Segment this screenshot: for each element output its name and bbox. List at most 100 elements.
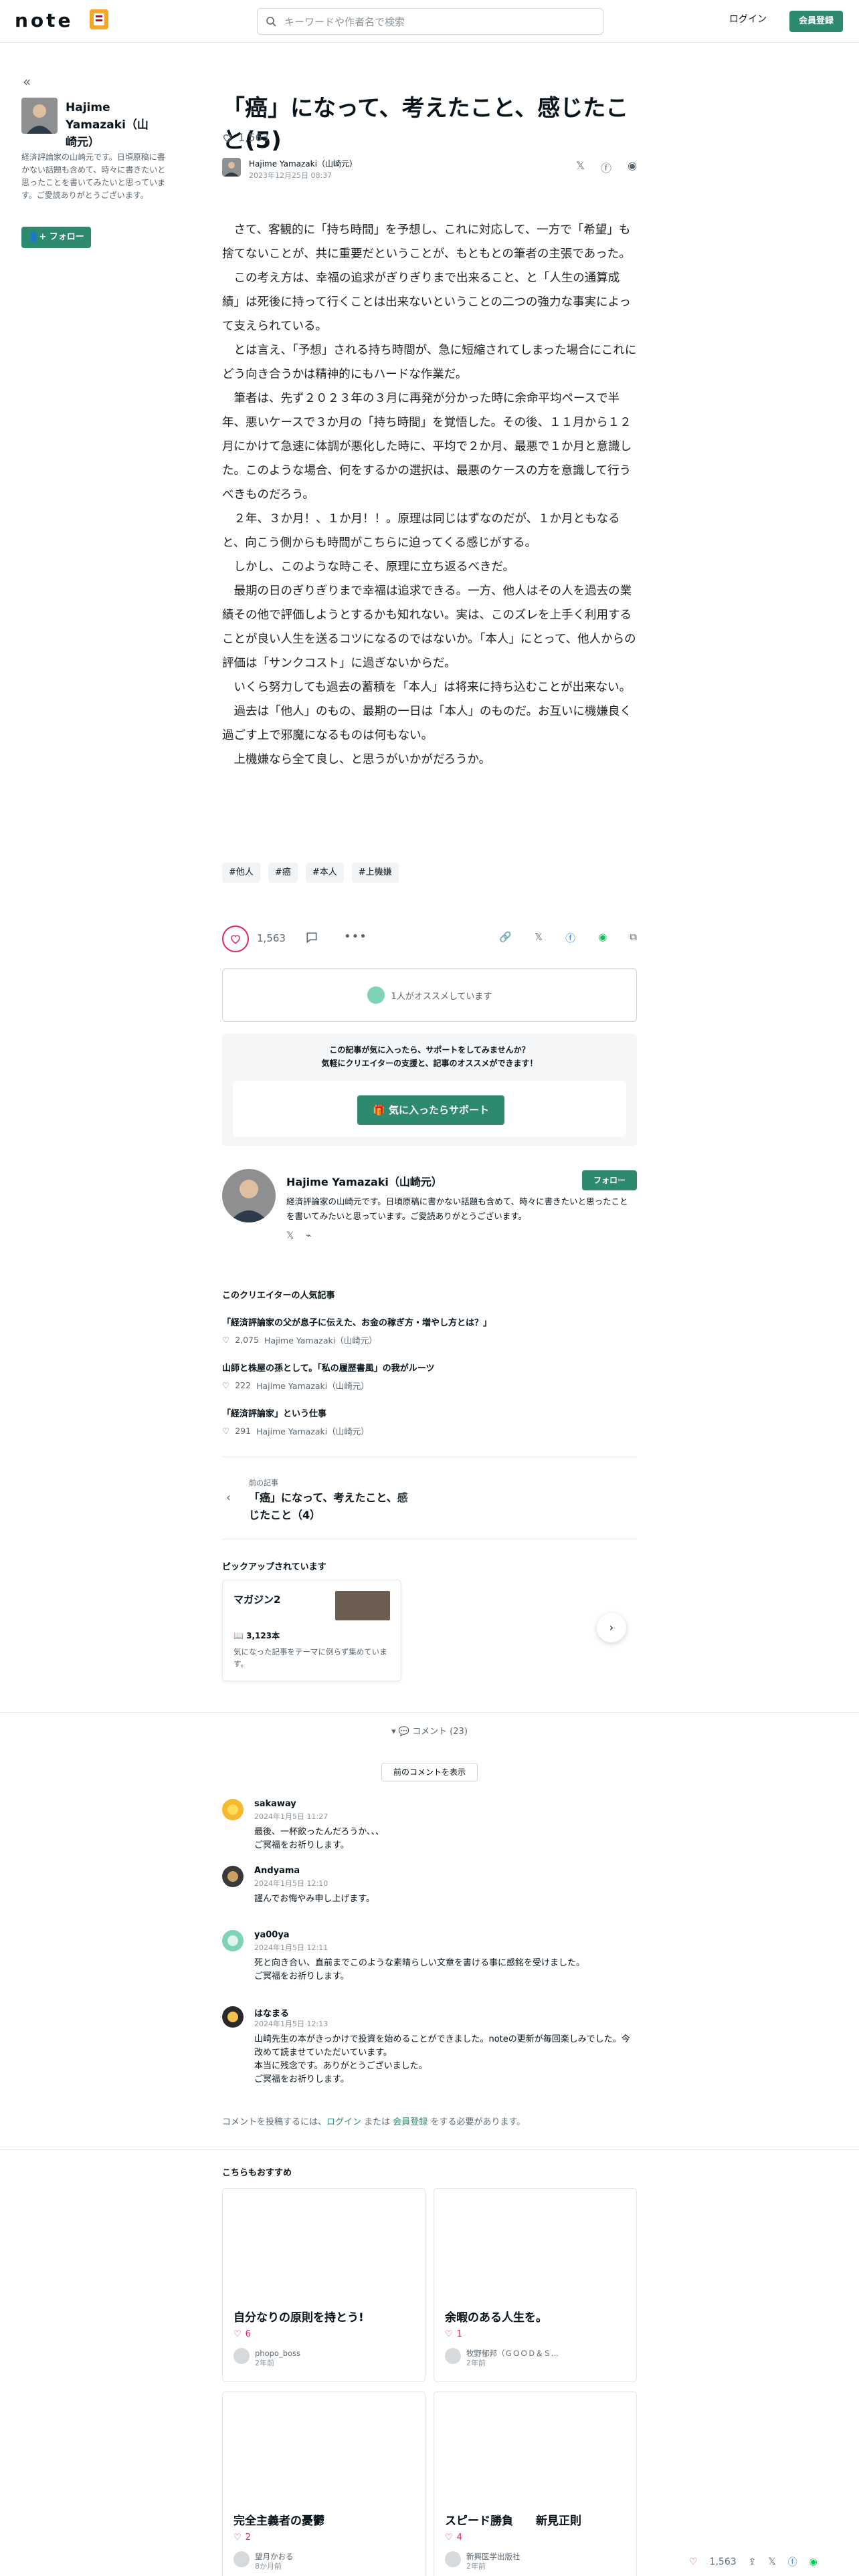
- previous-title[interactable]: 「癌」になって、考えたこと、感じたこと（4）: [249, 1489, 416, 1524]
- heart-icon: ♡: [445, 2533, 453, 2543]
- site-header: note ログイン 会員登録: [0, 0, 859, 43]
- chevron-right-icon[interactable]: ›: [597, 1613, 626, 1642]
- rss-icon[interactable]: ⌁: [306, 1230, 311, 1241]
- previous-article-nav[interactable]: ‹ 前の記事 「癌」になって、考えたこと、感じたこと（4）: [222, 1457, 637, 1539]
- recommend-card[interactable]: スピード勝負 新見正則 ♡ 4 新興医学出版社 2年前: [434, 2391, 637, 2576]
- popular-likes: 2,075: [235, 1335, 260, 1345]
- commenter-name[interactable]: ya00ya: [254, 1930, 290, 1940]
- recommend-author-avatar: [445, 2551, 461, 2567]
- post-note-login-link[interactable]: ログイン: [326, 2117, 361, 2127]
- recommend-card[interactable]: 余暇のある人生を。 ♡ 1 牧野郁邦（ＧＯＯＤ＆Ｓ… 2年前: [434, 2188, 637, 2382]
- share-icon[interactable]: ⇪: [749, 2557, 757, 2567]
- recommend-title[interactable]: 自分なりの原則を持とう!: [233, 2308, 364, 2325]
- popular-likes: 222: [235, 1380, 252, 1390]
- register-button[interactable]: 会員登録: [789, 11, 843, 32]
- like-button[interactable]: [222, 926, 249, 952]
- comments-toggle[interactable]: ▾ 💬 コメント (23): [0, 1724, 859, 1737]
- recommend-card[interactable]: 完全主義者の憂鬱 ♡ 2 望月かおる 8か月前: [222, 2391, 425, 2576]
- facebook-share-icon[interactable]: ⓕ: [788, 2555, 797, 2569]
- facebook-share-icon[interactable]: ⓕ: [601, 159, 611, 175]
- support-button[interactable]: 🎁 気に入ったらサポート: [357, 1095, 504, 1125]
- embed-icon[interactable]: ⧉: [630, 931, 637, 945]
- article-paragraph: 最期の日のぎりぎりまで幸福は追求できる。一方、他人はその人を過去の業績その他で評…: [222, 584, 636, 670]
- line-share-icon[interactable]: ◉: [598, 931, 607, 945]
- recommend-author[interactable]: 牧野郁邦（ＧＯＯＤ＆Ｓ… 2年前: [445, 2348, 559, 2368]
- popular-author: Hajime Yamazaki（山崎元）: [264, 1335, 377, 1346]
- post-note-register-link[interactable]: 会員登録: [393, 2117, 427, 2127]
- sidebar-follow-button[interactable]: 👤+ フォロー: [21, 227, 91, 248]
- comment-icon[interactable]: [305, 931, 318, 944]
- follow-label: フォロー: [49, 232, 84, 242]
- popular-item[interactable]: 山師と株屋の孫として。「私の履歴書風」の我がルーツ ♡ 222 Hajime Yama…: [222, 1361, 637, 1392]
- popular-title[interactable]: 「経済評論家の父が息子に伝えた、お金の稼ぎ方・増やし方とは？」: [222, 1315, 637, 1328]
- commenter-name[interactable]: sakaway: [254, 1799, 296, 1809]
- creator-avatar[interactable]: [222, 1169, 276, 1222]
- recommend-card[interactable]: 自分なりの原則を持とう! ♡ 6 phopo_boss 2年前: [222, 2188, 425, 2382]
- recommend-title[interactable]: 完全主義者の憂鬱: [233, 2511, 324, 2528]
- popular-heading: このクリエイターの人気記事: [222, 1291, 335, 1301]
- popular-meta: ♡ 222 Hajime Yamazaki（山崎元）: [222, 1379, 637, 1392]
- commenter-avatar[interactable]: [222, 1930, 244, 1951]
- popular-author: Hajime Yamazaki（山崎元）: [256, 1426, 369, 1436]
- popular-articles: このクリエイターの人気記事 「経済評論家の父が息子に伝えた、お金の稼ぎ方・増やし…: [222, 1288, 637, 1437]
- more-options-icon[interactable]: •••: [344, 930, 367, 944]
- popular-list: 「経済評論家の父が息子に伝えた、お金の稼ぎ方・増やし方とは？」 ♡ 2,075 Haj…: [222, 1315, 637, 1437]
- creator-follow-button[interactable]: フォロー: [582, 1170, 637, 1190]
- popular-title[interactable]: 山師と株屋の孫として。「私の履歴書風」の我がルーツ: [222, 1361, 637, 1374]
- popular-title[interactable]: 「経済評論家」という仕事: [222, 1406, 637, 1419]
- x-share-icon[interactable]: 𝕏: [576, 159, 585, 175]
- line-share-icon[interactable]: ◉: [628, 159, 637, 175]
- tag-chip[interactable]: #他人: [222, 863, 260, 883]
- popular-meta: ♡ 291 Hajime Yamazaki（山崎元）: [222, 1424, 637, 1437]
- popular-item[interactable]: 「経済評論家」という仕事 ♡ 291 Hajime Yamazaki（山崎元）: [222, 1406, 637, 1437]
- previous-comments-button[interactable]: 前のコメントを表示: [381, 1763, 478, 1782]
- tag-list: #他人 #癌 #本人 #上機嫌: [222, 863, 637, 883]
- search-input[interactable]: [284, 14, 592, 30]
- copy-link-icon[interactable]: 🔗: [499, 931, 512, 945]
- sidebar-author-name[interactable]: Hajime Yamazaki（山崎元）: [66, 99, 159, 151]
- recommend-like-count: 2: [245, 2533, 251, 2543]
- like-count: 1,563: [257, 932, 286, 944]
- book-icon: 📖: [233, 1631, 247, 1640]
- byline-author[interactable]: Hajime Yamazaki（山崎元）: [249, 158, 357, 169]
- popular-item[interactable]: 「経済評論家の父が息子に伝えた、お金の稼ぎ方・増やし方とは？」 ♡ 2,075 Haj…: [222, 1315, 637, 1346]
- facebook-share-icon[interactable]: ⓕ: [565, 931, 575, 945]
- recommend-author[interactable]: 新興医学出版社 2年前: [445, 2551, 520, 2571]
- commenter-name[interactable]: Andyama: [254, 1866, 300, 1876]
- commenter-avatar[interactable]: [222, 2006, 244, 2028]
- author-avatar[interactable]: [21, 98, 58, 134]
- comment-date: 2024年1月5日 12:13: [254, 2020, 328, 2028]
- recommend-author[interactable]: 望月かおる 8か月前: [233, 2551, 294, 2571]
- recommend-like-count: 6: [245, 2329, 251, 2339]
- x-share-icon[interactable]: 𝕏: [768, 2557, 775, 2567]
- collapse-sidebar-icon[interactable]: «: [23, 74, 31, 90]
- commenter-avatar[interactable]: [222, 1799, 244, 1820]
- comment-date: 2024年1月5日 12:11: [254, 1943, 328, 1952]
- search-box[interactable]: [257, 8, 603, 35]
- comment-text: 死と向き合い、直前までこのような素晴らしい文章を書ける事に感銘を受けました。 ご…: [254, 1958, 585, 1981]
- note-logo[interactable]: note: [15, 9, 74, 31]
- recommend-author-meta: phopo_boss 2年前: [255, 2348, 300, 2368]
- popular-meta: ♡ 2,075 Hajime Yamazaki（山崎元）: [222, 1333, 637, 1346]
- login-link[interactable]: ログイン: [729, 12, 767, 25]
- recommend-like-count: 4: [456, 2533, 462, 2543]
- recommend-title[interactable]: スピード勝負 新見正則: [445, 2511, 581, 2528]
- magazine-card[interactable]: マガジン2 📖 3,123本 気になった記事をテーマに例らず集めています。: [222, 1580, 401, 1681]
- commenter-avatar[interactable]: [222, 1866, 244, 1887]
- byline-avatar[interactable]: [222, 158, 241, 177]
- commenter-name[interactable]: はなまる: [254, 2006, 289, 2019]
- recommend-title[interactable]: 余暇のある人生を。: [445, 2308, 547, 2325]
- x-profile-icon[interactable]: 𝕏: [286, 1230, 294, 1241]
- previous-label: 前の記事: [249, 1479, 278, 1487]
- recommend-author[interactable]: phopo_boss 2年前: [233, 2348, 300, 2368]
- magazine-count: 📖 3,123本: [233, 1630, 280, 1641]
- tag-chip[interactable]: #上機嫌: [351, 863, 399, 883]
- tag-chip[interactable]: #本人: [305, 863, 344, 883]
- x-share-icon[interactable]: 𝕏: [535, 931, 543, 945]
- tag-chip[interactable]: #癌: [268, 863, 298, 883]
- line-share-icon[interactable]: ◉: [809, 2557, 818, 2567]
- heart-icon[interactable]: ♡: [689, 2557, 698, 2567]
- creator-name[interactable]: Hajime Yamazaki（山崎元）: [286, 1173, 442, 1189]
- recommend-box[interactable]: 1人がオススメしています: [222, 968, 637, 1022]
- recommend-heading: こちらもおすすめ: [222, 2168, 292, 2178]
